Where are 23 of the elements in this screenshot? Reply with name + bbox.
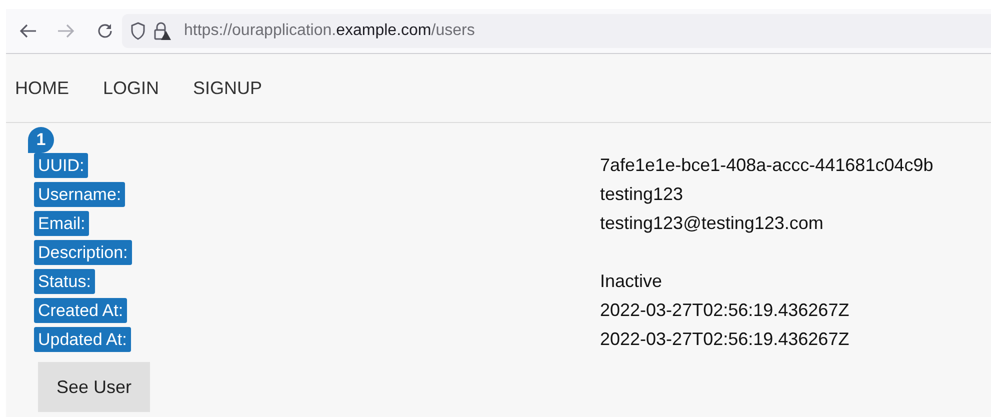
lock-warning-icon[interactable] (152, 21, 172, 41)
reload-icon[interactable] (96, 22, 114, 40)
field-value: testing123 (600, 183, 684, 206)
field-value: Inactive (600, 270, 664, 293)
nav-link[interactable]: SIGNUP (193, 78, 262, 98)
field-value: 7afe1e1e-bce1-408a-accc-441681c04c9b (600, 154, 934, 177)
field-label: UUID: (34, 153, 88, 178)
back-icon[interactable] (18, 23, 38, 39)
field-label: Status: (34, 269, 95, 294)
count-badge: 1 (28, 127, 54, 153)
field-value: testing123@testing123.com (600, 212, 824, 235)
field-value: 2022-03-27T02:56:19.436267Z (600, 299, 850, 322)
shield-icon[interactable] (130, 22, 146, 40)
field-label: Email: (34, 211, 90, 236)
nav-link[interactable]: LOGIN (103, 78, 160, 98)
field-label: Created At: (34, 298, 128, 323)
field-label: Description: (34, 240, 132, 265)
field-label: Updated At: (34, 327, 131, 352)
field-value: 2022-03-27T02:56:19.436267Z (600, 328, 850, 351)
see-user-button[interactable]: See User (38, 362, 150, 412)
nav-link[interactable]: HOME (15, 78, 69, 98)
address-bar-url[interactable]: https://ourapplication.example.com/users (184, 22, 475, 40)
field-label: Username: (34, 182, 126, 207)
